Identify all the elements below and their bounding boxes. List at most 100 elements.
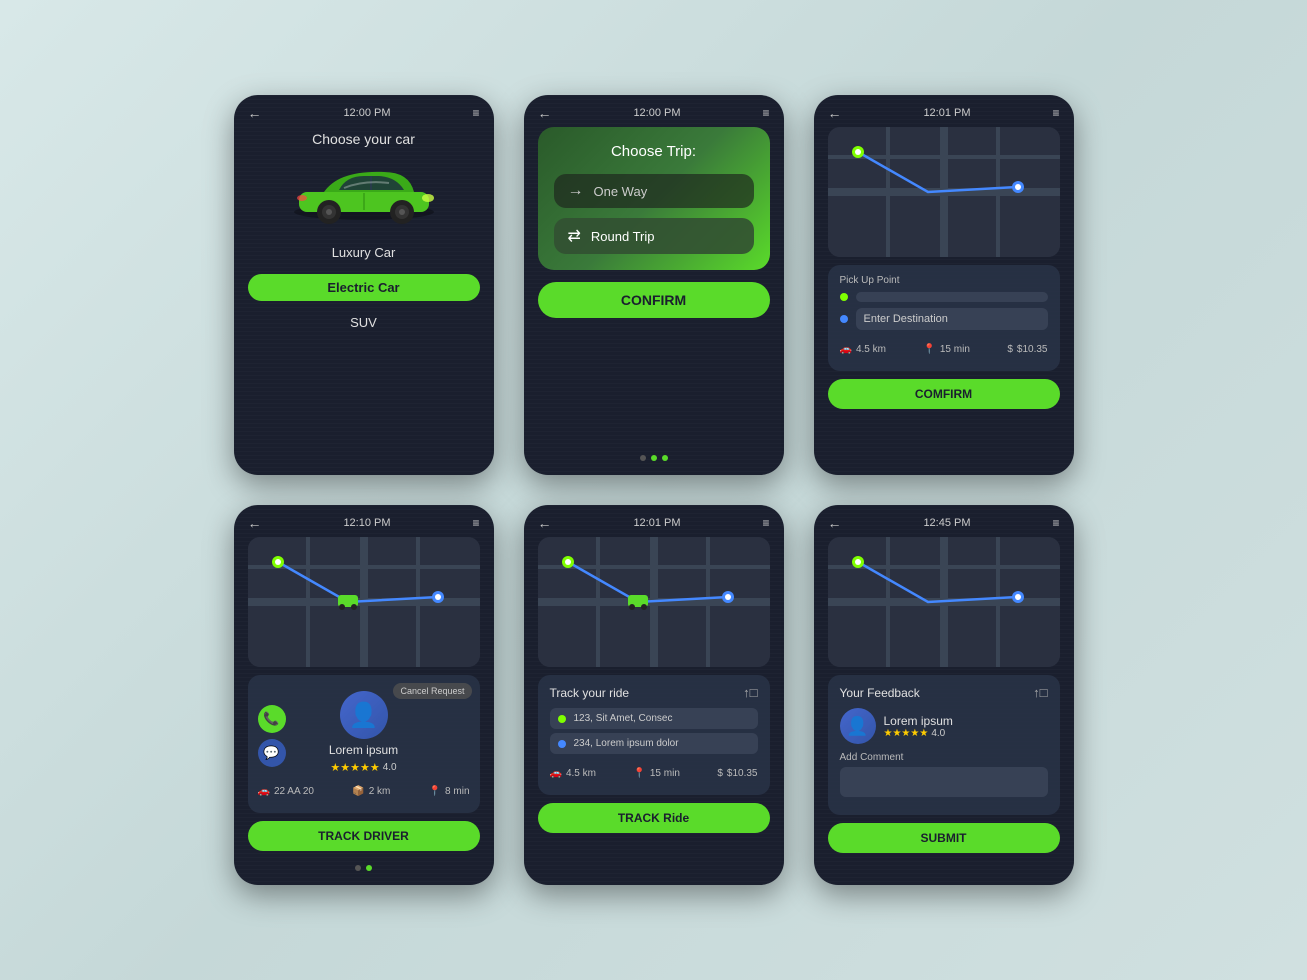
stat-distance-3: 🚗 4.5 km — [840, 344, 886, 355]
driver-stats: 🚗 22 AA 20 📦 2 km 📍 8 min — [258, 780, 470, 803]
track-header: Track your ride ↑□ — [550, 685, 758, 700]
app-grid: ← 12:00 PM ≡ Choose your car — [194, 55, 1114, 925]
pickup-dot — [840, 293, 848, 301]
stat-time-5: 📍 15 min — [633, 768, 679, 779]
dest-row: Enter Destination — [840, 308, 1048, 330]
time-stat: 📍 8 min — [429, 786, 470, 797]
driver-card: Cancel Request 📞 💬 👤 Lorem ipsum ★★★★★ 4… — [248, 675, 480, 813]
trip-option-roundtrip[interactable]: ⇄ Round Trip — [554, 218, 754, 254]
track-info-box: Track your ride ↑□ 123, Sit Amet, Consec… — [538, 675, 770, 795]
dist-val: 2 km — [369, 786, 391, 797]
address-2: 234, Lorem ipsum dolor — [574, 738, 679, 749]
feedback-rating: 4.0 — [931, 728, 945, 739]
dot-4b — [366, 865, 372, 871]
choose-car-title: Choose your car — [248, 131, 480, 147]
stats-row-3: 🚗 4.5 km 📍 15 min $ $10.35 — [840, 338, 1048, 361]
confirm-button[interactable]: CONFIRM — [538, 282, 770, 318]
dist-icon-4: 📦 — [352, 786, 364, 797]
back-arrow-3[interactable]: ← — [828, 105, 842, 121]
feedback-stars: ★★★★★ — [884, 728, 929, 739]
stat-dist-5: 🚗 4.5 km — [550, 768, 596, 779]
signal-4: ≡ — [472, 516, 479, 530]
time-2: 12:00 PM — [633, 107, 680, 119]
back-arrow-2[interactable]: ← — [538, 105, 552, 121]
phone-icon[interactable]: 📞 — [258, 705, 286, 733]
time-5: 12:01 PM — [633, 517, 680, 529]
card-choose-trip: ← 12:00 PM ≡ Choose Trip: → One Way ⇄ Ro… — [524, 95, 784, 475]
card-driver: ← 12:10 PM ≡ — [234, 505, 494, 885]
dot-1 — [640, 455, 646, 461]
map-5 — [538, 537, 770, 667]
dollar-icon-3: $ — [1007, 344, 1013, 355]
card-choose-car: ← 12:00 PM ≡ Choose your car — [234, 95, 494, 475]
cancel-label[interactable]: Cancel Request — [393, 683, 471, 699]
feedback-box: Your Feedback ↑□ 👤 Lorem ipsum ★★★★★ 4.0… — [828, 675, 1060, 815]
address-1: 123, Sit Amet, Consec — [574, 713, 673, 724]
car-image — [248, 157, 480, 227]
car-icon-4: 🚗 — [258, 786, 270, 797]
contact-icons: 📞 💬 — [258, 705, 286, 767]
comfirm-button[interactable]: COMFIRM — [828, 379, 1060, 409]
dist-stat: 📦 2 km — [352, 786, 390, 797]
header-6: ← 12:45 PM ≡ — [814, 505, 1074, 537]
dots-row — [538, 447, 770, 461]
card-pickup: ← 12:01 PM ≡ — [814, 95, 1074, 475]
stat-price-3: $ $10.35 — [1007, 344, 1047, 355]
plate-stat: 🚗 22 AA 20 — [258, 786, 315, 797]
time-val-3: 15 min — [940, 344, 970, 355]
map-svg-6 — [828, 537, 1060, 667]
back-arrow-4[interactable]: ← — [248, 515, 262, 531]
comment-input[interactable] — [840, 767, 1048, 797]
driver-avatar: 👤 — [340, 691, 388, 739]
car-option-electric[interactable]: Electric Car — [248, 274, 480, 301]
header-1: ← 12:00 PM ≡ — [234, 95, 494, 127]
track-driver-button[interactable]: TRACK DRIVER — [248, 821, 480, 851]
message-icon[interactable]: 💬 — [258, 739, 286, 767]
plate-val: 22 AA 20 — [274, 786, 314, 797]
dollar-icon-5: $ — [717, 768, 723, 779]
share-icon-6[interactable]: ↑□ — [1033, 685, 1047, 700]
stat-time-3: 📍 15 min — [923, 344, 969, 355]
pickup-label: Pick Up Point — [840, 275, 1048, 286]
time-val-4: 8 min — [445, 786, 469, 797]
map-3 — [828, 127, 1060, 257]
feedback-title: Your Feedback — [840, 686, 920, 700]
signal-2: ≡ — [762, 106, 769, 120]
driver-name: Lorem ipsum — [329, 743, 398, 757]
map-4 — [248, 537, 480, 667]
driver-stars: ★★★★★ — [330, 761, 379, 774]
submit-button[interactable]: SUBMIT — [828, 823, 1060, 853]
pickup-input[interactable] — [856, 292, 1048, 302]
feedback-avatar: 👤 — [840, 708, 876, 744]
dist-val-5: 4.5 km — [566, 768, 596, 779]
car-icon-5: 🚗 — [550, 768, 562, 779]
trip-option-oneway[interactable]: → One Way — [554, 174, 754, 208]
choose-trip-box: Choose Trip: → One Way ⇄ Round Trip — [538, 127, 770, 270]
header-5: ← 12:01 PM ≡ — [524, 505, 784, 537]
signal-6: ≡ — [1052, 516, 1059, 530]
pin-icon-3: 📍 — [923, 344, 935, 355]
signal-3: ≡ — [1052, 106, 1059, 120]
addr-dot-g — [558, 715, 566, 723]
dest-dot — [840, 315, 848, 323]
add-comment-label: Add Comment — [840, 752, 1048, 763]
car-svg — [284, 160, 444, 225]
back-arrow-5[interactable]: ← — [538, 515, 552, 531]
card-feedback: ← 12:45 PM ≡ — [814, 505, 1074, 885]
car-option-luxury[interactable]: Luxury Car — [248, 239, 480, 266]
choose-trip-title: Choose Trip: — [554, 143, 754, 160]
time-4: 12:10 PM — [343, 517, 390, 529]
back-arrow-1[interactable]: ← — [248, 105, 262, 121]
price-val-3: $10.35 — [1017, 344, 1048, 355]
time-1: 12:00 PM — [343, 107, 390, 119]
car-option-suv[interactable]: SUV — [248, 309, 480, 336]
pickup-route: Enter Destination — [840, 292, 1048, 330]
back-arrow-6[interactable]: ← — [828, 515, 842, 531]
stats-row-5: 🚗 4.5 km 📍 15 min $ $10.35 — [550, 762, 758, 785]
share-icon[interactable]: ↑□ — [743, 685, 757, 700]
header-2: ← 12:00 PM ≡ — [524, 95, 784, 127]
dest-input[interactable]: Enter Destination — [856, 308, 1048, 330]
pickup-row — [840, 292, 1048, 302]
map-6 — [828, 537, 1060, 667]
track-ride-button[interactable]: TRACK Ride — [538, 803, 770, 833]
